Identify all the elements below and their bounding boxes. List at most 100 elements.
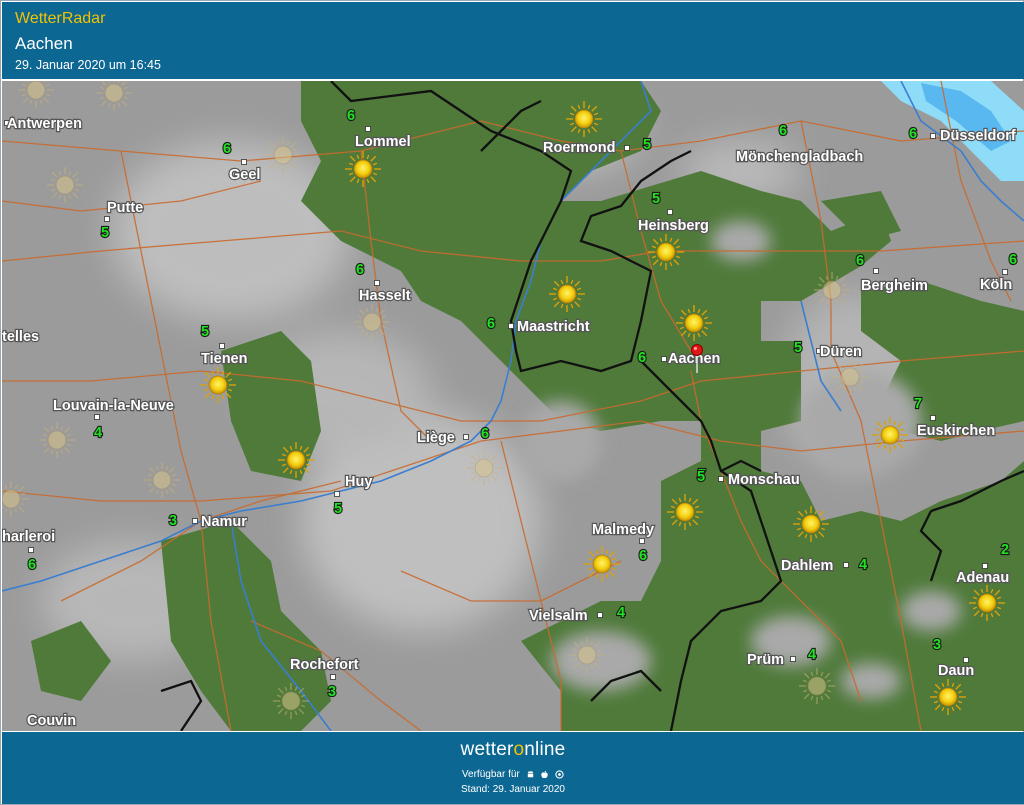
city-marker xyxy=(219,343,225,349)
city-label-putte[interactable]: Putte xyxy=(106,199,145,217)
sun-icon xyxy=(549,276,585,312)
sun-icon xyxy=(584,546,620,582)
temperature-label: 6 xyxy=(223,141,231,157)
city-label-rochefort[interactable]: Rochefort xyxy=(289,656,360,674)
temperature-label: 6 xyxy=(1009,252,1017,268)
sun-icon xyxy=(648,234,684,270)
temperature-label: 6 xyxy=(856,253,864,269)
city-label-dahlem[interactable]: Dahlem xyxy=(780,557,835,575)
brand-post: nline xyxy=(524,739,566,760)
city-marker xyxy=(718,476,724,482)
city-marker xyxy=(843,562,849,568)
app-frame: WetterRadar Aachen 29. Januar 2020 um 16… xyxy=(0,0,1024,805)
city-label-antwerpen[interactable]: Antwerpen xyxy=(6,115,83,133)
temperature-label: 6 xyxy=(639,548,647,564)
city-label-d-ren[interactable]: Düren xyxy=(819,343,863,361)
city-marker xyxy=(94,414,100,420)
city-marker xyxy=(597,612,603,618)
city-label-telles[interactable]: telles xyxy=(2,328,40,346)
temperature-label: 4 xyxy=(617,605,625,621)
footer: wetteronline Verfügbar für Stand: 29. Ja… xyxy=(2,732,1024,804)
temperature-label: 6 xyxy=(481,426,489,442)
temperature-label: 2 xyxy=(1001,542,1009,558)
city-label-huy[interactable]: Huy xyxy=(344,473,374,491)
sun-icon xyxy=(814,272,850,308)
city-label-geel[interactable]: Geel xyxy=(228,166,262,184)
temperature-label: 3 xyxy=(328,684,336,700)
location-title: Aachen xyxy=(15,34,73,53)
temperature-label: 6 xyxy=(779,123,787,139)
city-label-louvain-la-neuve[interactable]: Louvain-la-Neuve xyxy=(52,397,175,415)
sun-icon xyxy=(278,442,314,478)
city-label-roermond[interactable]: Roermond xyxy=(542,139,617,157)
stand-date: Stand: 29. Januar 2020 xyxy=(461,784,565,795)
temperature-label: 6 xyxy=(356,262,364,278)
sun-icon xyxy=(969,585,1005,621)
city-marker xyxy=(963,657,969,663)
city-label-hasselt[interactable]: Hasselt xyxy=(358,287,412,305)
city-label-namur[interactable]: Namur xyxy=(200,513,249,531)
city-marker xyxy=(28,547,34,553)
city-marker xyxy=(624,145,630,151)
city-label-li-ge[interactable]: Liège xyxy=(416,429,456,447)
city-label-euskirchen[interactable]: Euskirchen xyxy=(916,422,997,440)
temperature-label: 6 xyxy=(347,108,355,124)
city-marker xyxy=(661,356,667,362)
city-label-adenau[interactable]: Adenau xyxy=(955,569,1011,587)
city-marker xyxy=(790,656,796,662)
city-marker xyxy=(241,159,247,165)
sun-icon xyxy=(466,450,502,486)
city-marker xyxy=(104,216,110,222)
city-marker xyxy=(508,323,514,329)
city-label-monschau[interactable]: Monschau xyxy=(727,471,801,489)
web-icon[interactable] xyxy=(555,770,564,779)
city-marker xyxy=(930,133,936,139)
header: WetterRadar Aachen 29. Januar 2020 um 16… xyxy=(2,2,1024,79)
brand-o: o xyxy=(513,739,525,760)
temperature-label: 6 xyxy=(28,557,36,573)
sun-icon xyxy=(345,151,381,187)
city-label-lommel[interactable]: Lommel xyxy=(354,133,412,151)
city-marker xyxy=(930,415,936,421)
temperature-label: 7 xyxy=(914,396,922,412)
city-label-couvin[interactable]: Couvin xyxy=(26,712,78,730)
app-title: WetterRadar xyxy=(15,10,106,27)
sun-icon xyxy=(39,422,75,458)
sun-icon xyxy=(832,359,868,395)
city-marker xyxy=(1002,269,1008,275)
map-canvas[interactable]: Antwerpen Lommel Roermond Düsseldorf Geel Mön… xyxy=(2,81,1024,731)
temperature-label: 3 xyxy=(169,513,177,529)
apple-icon[interactable] xyxy=(540,770,549,779)
city-label-m-nchengladbach[interactable]: Mönchengladbach xyxy=(735,148,865,166)
temperature-label: 4 xyxy=(859,557,867,573)
sun-icon xyxy=(667,494,703,530)
city-label-harleroi[interactable]: harleroi xyxy=(2,528,56,546)
temperature-label: 5 xyxy=(101,225,109,241)
city-marker xyxy=(330,674,336,680)
brand-logo: wetteronline xyxy=(2,739,1024,761)
sun-icon xyxy=(930,679,966,715)
weather-map[interactable]: Antwerpen Lommel Roermond Düsseldorf Geel Mön… xyxy=(2,81,1024,731)
city-label-daun[interactable]: Daun xyxy=(937,662,976,680)
temperature-label: 6 xyxy=(638,350,646,366)
city-label-bergheim[interactable]: Bergheim xyxy=(860,277,929,295)
sun-icon xyxy=(799,668,835,704)
temperature-label: 5 xyxy=(697,469,705,485)
city-label-k-ln[interactable]: Köln xyxy=(979,276,1014,294)
city-label-malmedy[interactable]: Malmedy xyxy=(591,521,655,539)
city-marker xyxy=(463,434,469,440)
city-label-heinsberg[interactable]: Heinsberg xyxy=(637,217,710,235)
brand-pre: wetter xyxy=(460,739,514,760)
android-icon[interactable] xyxy=(526,770,535,779)
city-label-tienen[interactable]: Tienen xyxy=(200,350,249,368)
city-label-vielsalm[interactable]: Vielsalm xyxy=(528,607,589,625)
city-label-d-sseldorf[interactable]: Düsseldorf xyxy=(939,127,1017,145)
temperature-label: 5 xyxy=(643,137,651,153)
city-label-pr-m[interactable]: Prüm xyxy=(746,651,785,669)
sun-icon xyxy=(872,417,908,453)
city-label-maastricht[interactable]: Maastricht xyxy=(516,318,591,336)
temperature-label: 4 xyxy=(94,425,102,441)
available-label: Verfügbar für xyxy=(461,769,520,780)
city-marker xyxy=(873,268,879,274)
sun-icon xyxy=(569,637,605,673)
